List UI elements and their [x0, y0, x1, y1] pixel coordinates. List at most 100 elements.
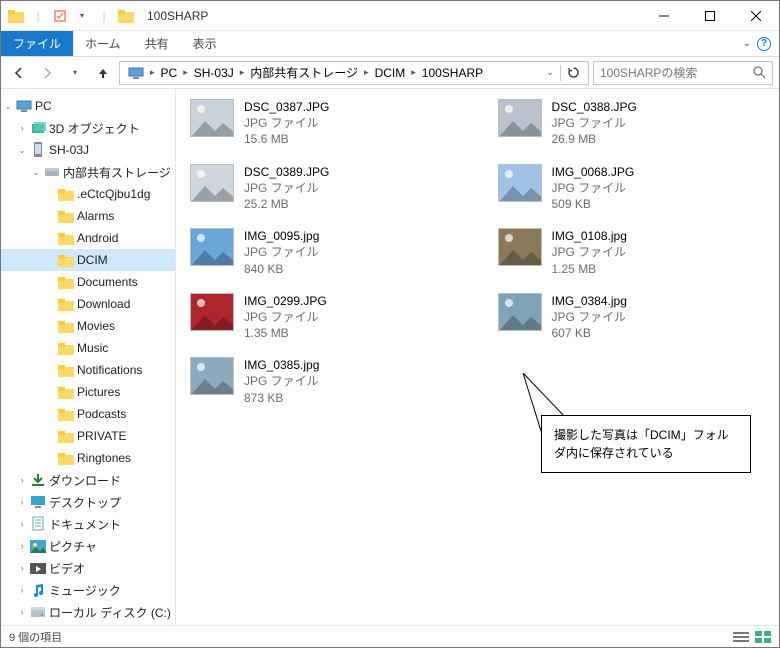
content-pane[interactable]: DSC_0387.JPGJPG ファイル15.6 MB DSC_0388.JPGJ… — [176, 89, 779, 625]
tree-node-pictures[interactable]: Pictures — [1, 381, 175, 403]
folder-icon — [57, 296, 75, 312]
file-name: DSC_0388.JPG — [552, 99, 637, 115]
tab-share[interactable]: 共有 — [133, 31, 181, 56]
tree-node-notifications[interactable]: Notifications — [1, 359, 175, 381]
file-item[interactable]: IMG_0068.JPGJPG ファイル509 KB — [498, 164, 766, 213]
address-dropdown-icon[interactable]: ⌄ — [542, 67, 558, 78]
breadcrumb-seg[interactable]: 100SHARP — [418, 66, 487, 80]
file-item[interactable]: IMG_0385.jpgJPG ファイル873 KB — [190, 357, 458, 406]
breadcrumb-seg[interactable]: 内部共有ストレージ — [246, 64, 362, 81]
file-size: 25.2 MB — [244, 196, 329, 212]
tab-home[interactable]: ホーム — [73, 31, 133, 56]
file-item[interactable]: DSC_0388.JPGJPG ファイル26.9 MB — [498, 99, 766, 148]
chevron-right-icon[interactable]: › — [15, 519, 29, 529]
file-size: 840 KB — [244, 261, 319, 277]
chevron-right-icon[interactable]: › — [15, 475, 29, 485]
file-thumbnail — [190, 293, 234, 331]
chevron-right-icon[interactable]: ▸ — [362, 67, 371, 78]
file-item[interactable]: DSC_0387.JPGJPG ファイル15.6 MB — [190, 99, 458, 148]
tree-node-private[interactable]: PRIVATE — [1, 425, 175, 447]
tree-node--[interactable]: ›ドキュメント — [1, 513, 175, 535]
tree-node--[interactable]: ›デスクトップ — [1, 491, 175, 513]
file-thumbnail — [498, 293, 542, 331]
chevron-down-icon[interactable]: ⌄ — [29, 167, 43, 178]
breadcrumb-seg[interactable]: DCIM — [371, 66, 410, 80]
breadcrumb-seg[interactable]: PC — [157, 66, 182, 80]
ribbon-expand-icon[interactable]: ⌄ — [743, 38, 751, 49]
chevron-right-icon[interactable]: › — [15, 607, 29, 617]
qat-dropdown-icon[interactable]: ▾ — [73, 7, 91, 25]
tree-node--[interactable]: ⌄内部共有ストレージ — [1, 161, 175, 183]
chevron-right-icon[interactable]: › — [15, 123, 29, 133]
file-item[interactable]: DSC_0389.JPGJPG ファイル25.2 MB — [190, 164, 458, 213]
folder-icon — [117, 7, 135, 25]
chevron-right-icon[interactable]: › — [15, 563, 29, 573]
up-button[interactable] — [91, 61, 115, 85]
search-input[interactable]: 100SHARPの検索 — [593, 61, 773, 85]
file-name: IMG_0095.jpg — [244, 228, 319, 244]
folder-icon — [57, 318, 75, 334]
tree-node-ringtones[interactable]: Ringtones — [1, 447, 175, 469]
details-view-icon[interactable] — [733, 631, 749, 643]
search-icon[interactable] — [753, 66, 766, 79]
close-button[interactable] — [733, 1, 779, 31]
tree-label: Ringtones — [77, 451, 131, 465]
tree-node-pc[interactable]: ⌄PC — [1, 95, 175, 117]
file-item[interactable]: IMG_0299.JPGJPG ファイル1.35 MB — [190, 293, 458, 342]
chevron-down-icon[interactable]: ⌄ — [1, 101, 15, 112]
folder-icon — [57, 406, 75, 422]
drive-icon — [43, 164, 61, 180]
help-icon[interactable]: ? — [757, 37, 771, 51]
chevron-right-icon[interactable]: ▸ — [238, 67, 247, 78]
chevron-right-icon[interactable]: ▸ — [409, 67, 418, 78]
tree-label: Music — [77, 341, 108, 355]
tree-label: ミュージック — [49, 582, 121, 599]
maximize-button[interactable] — [687, 1, 733, 31]
back-button[interactable] — [7, 61, 31, 85]
file-item[interactable]: IMG_0108.jpgJPG ファイル1.25 MB — [498, 228, 766, 277]
chevron-down-icon[interactable]: ⌄ — [15, 145, 29, 156]
file-item[interactable]: IMG_0384.jpgJPG ファイル607 KB — [498, 293, 766, 342]
file-size: 15.6 MB — [244, 131, 329, 147]
tree-node-alarms[interactable]: Alarms — [1, 205, 175, 227]
tab-file[interactable]: ファイル — [1, 31, 73, 56]
file-thumbnail — [190, 357, 234, 395]
forward-button[interactable] — [35, 61, 59, 85]
refresh-icon[interactable] — [563, 66, 584, 79]
tab-view[interactable]: 表示 — [181, 31, 229, 56]
icons-view-icon[interactable] — [755, 631, 771, 643]
chevron-right-icon[interactable]: ▸ — [181, 67, 190, 78]
tree-node-podcasts[interactable]: Podcasts — [1, 403, 175, 425]
chevron-right-icon[interactable]: › — [15, 497, 29, 507]
tree-node--[interactable]: ›ダウンロード — [1, 469, 175, 491]
file-type: JPG ファイル — [552, 115, 637, 131]
tree-node--[interactable]: › ミュージック — [1, 579, 175, 601]
divider-icon: | — [29, 7, 47, 25]
breadcrumb-seg[interactable]: SH-03J — [190, 66, 238, 80]
tree-node-3d-[interactable]: ›3D オブジェクト — [1, 117, 175, 139]
minimize-button[interactable] — [641, 1, 687, 31]
chevron-right-icon[interactable]: › — [15, 585, 29, 595]
tree-node-dcim[interactable]: DCIM — [1, 249, 175, 271]
file-thumbnail — [190, 164, 234, 202]
tree-node-documents[interactable]: Documents — [1, 271, 175, 293]
tree-node--ectcqjbu1dg[interactable]: .eCtcQjbu1dg — [1, 183, 175, 205]
file-item[interactable]: IMG_0095.jpgJPG ファイル840 KB — [190, 228, 458, 277]
tree-node-movies[interactable]: Movies — [1, 315, 175, 337]
chevron-right-icon[interactable]: › — [15, 541, 29, 551]
address-bar[interactable]: ▸ PC ▸ SH-03J ▸ 内部共有ストレージ ▸ DCIM ▸ 100SH… — [119, 61, 589, 85]
recent-dropdown-icon[interactable]: ▾ — [63, 61, 87, 85]
tree-node--c-[interactable]: ›ローカル ディスク (C:) — [1, 601, 175, 623]
tree-node--[interactable]: ›ピクチャ — [1, 535, 175, 557]
nav-tree[interactable]: ⌄PC›3D オブジェクト⌄SH-03J⌄内部共有ストレージ.eCtcQjbu1… — [1, 89, 176, 625]
chevron-right-icon[interactable]: ▸ — [148, 67, 157, 78]
tree-node-download[interactable]: Download — [1, 293, 175, 315]
status-bar: 9 個の項目 — [1, 625, 779, 647]
tree-node-sh-03j[interactable]: ⌄SH-03J — [1, 139, 175, 161]
tree-node-android[interactable]: Android — [1, 227, 175, 249]
quick-access-toolbar: | ▾ | — [1, 7, 135, 25]
tree-node-music[interactable]: Music — [1, 337, 175, 359]
properties-icon[interactable] — [51, 7, 69, 25]
tree-node--[interactable]: ›ビデオ — [1, 557, 175, 579]
file-thumbnail — [190, 99, 234, 137]
